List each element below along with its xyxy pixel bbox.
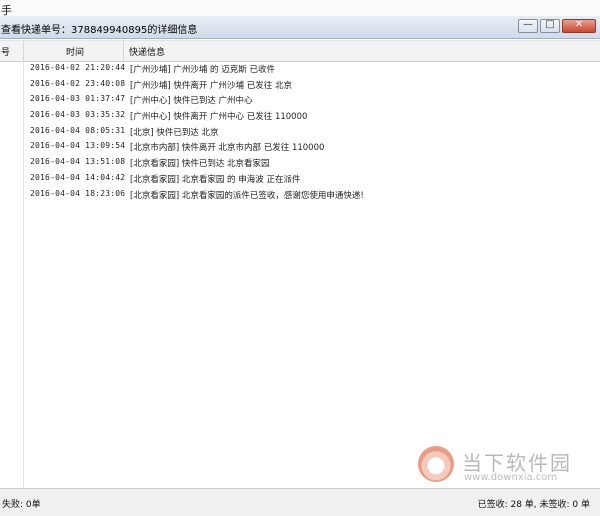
table-row[interactable]: 2016-04-04 13:09:54 [北京市内部] 快件离开 北京市内部 已… (0, 139, 600, 155)
row-info: [广州中心] 快件离开 广州中心 已发往 110000 (130, 112, 308, 123)
table-body: 2016-04-02 21:20:44 [广州沙埔] 广州沙埔 的 迈克斯 已收… (0, 61, 600, 202)
row-info: [北京市内部] 快件离开 北京市内部 已发往 110000 (130, 143, 325, 154)
status-bar: 失败: 0单 已签收: 28 单, 未签收: 0 单 (0, 488, 600, 516)
row-info: [北京看家园] 快件已到达 北京看家园 (130, 159, 270, 170)
row-time: 2016-04-04 13:51:08 (30, 157, 126, 167)
table-header: 号 时间 快递信息 (0, 40, 600, 62)
column-header-index[interactable]: 号 (1, 45, 10, 58)
table-row[interactable]: 2016-04-03 03:35:32 [广州中心] 快件离开 广州中心 已发往… (0, 108, 600, 124)
table-row[interactable]: 2016-04-02 23:40:08 [广州沙埔] 快件离开 广州沙埔 已发往… (0, 77, 600, 93)
row-time: 2016-04-04 14:04:42 (30, 172, 126, 182)
table-row[interactable]: 2016-04-02 21:20:44 [广州沙埔] 广州沙埔 的 迈克斯 已收… (0, 61, 600, 77)
window-controls: — □ ✕ (516, 19, 596, 33)
row-time: 2016-04-04 08:05:31 (30, 125, 126, 135)
watermark-logo-icon (418, 446, 454, 482)
row-info: [北京看家园] 北京看家园 的 申海波 正在派件 (130, 174, 301, 185)
maximize-icon: □ (545, 19, 555, 30)
row-time: 2016-04-04 18:23:06 (30, 188, 126, 198)
row-info: [广州中心] 快件已到达 广州中心 (130, 96, 253, 107)
column-header-info[interactable]: 快递信息 (129, 45, 165, 58)
row-info: [北京看家园] 北京看家园的派件已签收，感谢您使用申通快递! (130, 190, 364, 201)
row-time: 2016-04-02 21:20:44 (30, 63, 126, 72)
minimize-button[interactable]: — (518, 19, 538, 33)
table-row[interactable]: 2016-04-03 01:37:47 [广州中心] 快件已到达 广州中心 (0, 92, 600, 108)
dialog-title-bar[interactable]: 查看快递单号：378849940895的详细信息 — □ ✕ (0, 16, 600, 39)
row-info: [广州沙埔] 快件离开 广州沙埔 已发往 北京 (130, 80, 292, 91)
row-time: 2016-04-02 23:40:08 (30, 78, 126, 88)
watermark-url: www.downxia.com (464, 472, 558, 483)
minimize-icon: — (523, 19, 533, 30)
column-divider[interactable] (123, 41, 124, 61)
status-signed-summary: 已签收: 28 单, 未签收: 0 单 (477, 500, 590, 510)
row-time: 2016-04-03 01:37:47 (30, 94, 126, 104)
close-button[interactable]: ✕ (562, 19, 596, 33)
table-row[interactable]: 2016-04-04 14:04:42 [北京看家园] 北京看家园 的 申海波 … (0, 171, 600, 187)
app-title-strip: 手 (0, 0, 600, 17)
table-row[interactable]: 2016-04-04 08:05:31 [北京] 快件已到达 北京 (0, 124, 600, 140)
row-info: [广州沙埔] 广州沙埔 的 迈克斯 已收件 (130, 65, 275, 75)
maximize-button[interactable]: □ (540, 19, 560, 33)
status-failed-count: 失败: 0单 (2, 500, 41, 510)
row-info: [北京] 快件已到达 北京 (130, 127, 219, 138)
dialog-title: 查看快递单号：378849940895的详细信息 (1, 25, 198, 36)
table-row[interactable]: 2016-04-04 18:23:06 [北京看家园] 北京看家园的派件已签收，… (0, 187, 600, 203)
column-header-time[interactable]: 时间 (66, 45, 84, 58)
row-time: 2016-04-03 03:35:32 (30, 110, 126, 120)
watermark: 当下软件园 www.downxia.com (418, 446, 588, 488)
row-time: 2016-04-04 13:09:54 (30, 141, 126, 151)
table-row[interactable]: 2016-04-04 13:51:08 [北京看家园] 快件已到达 北京看家园 (0, 155, 600, 171)
column-divider[interactable] (23, 41, 24, 61)
close-icon: ✕ (574, 19, 584, 30)
